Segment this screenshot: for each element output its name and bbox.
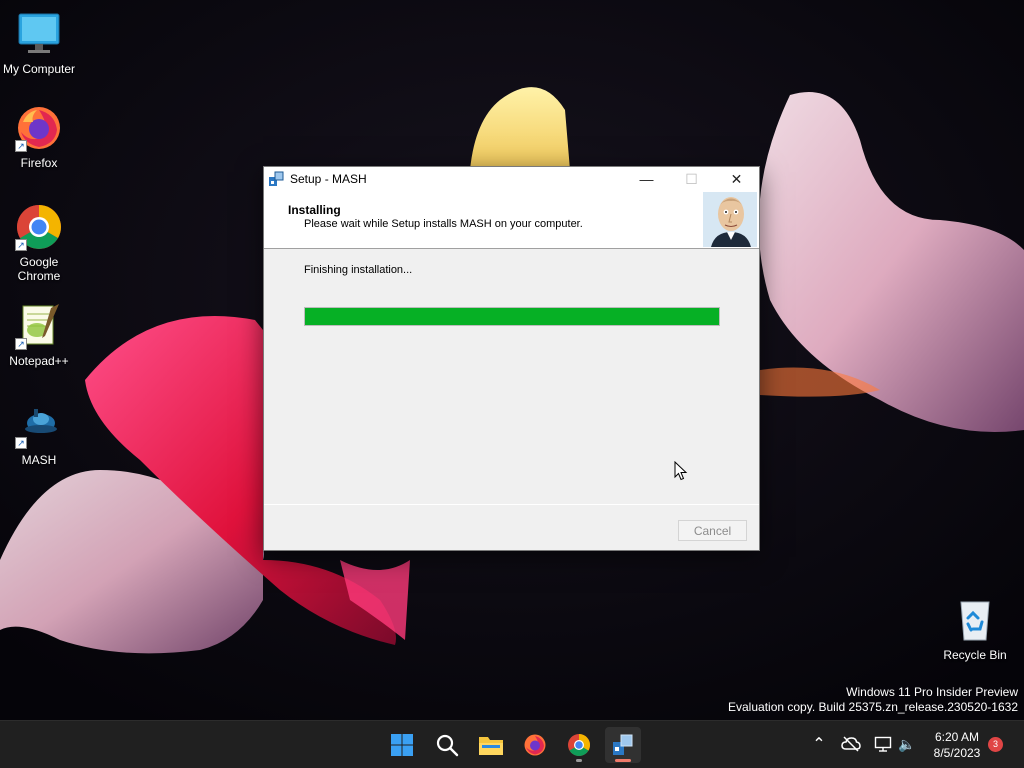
maximize-icon: ☐ [685, 170, 698, 187]
page-title: Installing [288, 203, 341, 217]
cancel-button: Cancel [678, 520, 747, 541]
search-icon [436, 734, 459, 757]
taskbar: ⌃ 🔈 6:20 AM 8/5/2023 [0, 720, 1024, 768]
close-icon: ✕ [730, 170, 743, 187]
notepadpp-icon: ↗ [15, 302, 63, 350]
setup-wizard-window[interactable]: Setup - MASH — ☐ ✕ Installing Please wai… [263, 166, 760, 551]
windows-evaluation-watermark: Windows 11 Pro Insider Preview Evaluatio… [728, 685, 1018, 715]
shortcut-arrow-icon: ↗ [15, 437, 27, 449]
desktop-icon-recycle-bin[interactable]: Recycle Bin [936, 596, 1014, 662]
chevron-up-icon: ⌃ [812, 736, 826, 753]
mash-setup-taskbar-button[interactable] [605, 727, 641, 763]
install-progress-bar [304, 307, 720, 326]
mash-icon: ↗ [15, 401, 63, 449]
clock-time: 6:20 AM [934, 730, 980, 744]
onedrive-tray-button[interactable] [840, 733, 862, 755]
network-tray-button[interactable] [872, 733, 894, 755]
watermark-line-edition: Windows 11 Pro Insider Preview [846, 685, 1018, 699]
minimize-button[interactable]: — [624, 167, 669, 191]
maximize-button: ☐ [669, 167, 714, 191]
mascot-image [703, 192, 757, 247]
install-progress-fill [305, 308, 719, 325]
show-hidden-icons-button[interactable]: ⌃ [808, 733, 830, 755]
start-button[interactable] [384, 727, 420, 763]
shortcut-arrow-icon: ↗ [15, 239, 27, 251]
active-indicator [615, 759, 631, 762]
volume-icon: 🔈 [898, 735, 916, 752]
chrome-icon [568, 734, 590, 756]
chrome-taskbar-button[interactable] [561, 727, 597, 763]
system-clock[interactable]: 6:20 AM 8/5/2023 [918, 729, 996, 761]
desktop-icon-label: Recycle Bin [943, 648, 1007, 662]
desktop-icon-label: Google Chrome [17, 255, 61, 283]
footer-divider [264, 504, 759, 505]
page-description: Please wait while Setup installs MASH on… [304, 218, 583, 230]
shortcut-arrow-icon: ↗ [15, 338, 27, 350]
monitor-icon [15, 10, 63, 58]
desktop-icon-firefox[interactable]: ↗ Firefox [0, 104, 78, 170]
cloud-offline-icon [841, 736, 861, 752]
desktop-icon-label: My Computer [2, 62, 76, 76]
volume-tray-button[interactable]: 🔈 [896, 733, 918, 755]
install-status: Finishing installation... [304, 264, 413, 276]
wizard-header: Installing Please wait while Setup insta… [264, 191, 759, 249]
file-explorer-button[interactable] [473, 727, 509, 763]
desktop-icon-my-computer[interactable]: My Computer [0, 10, 78, 76]
desktop-icon-notepadpp[interactable]: ↗ Notepad++ [0, 302, 78, 368]
mash-setup-icon [613, 734, 633, 755]
desktop-icon-label: Firefox [20, 156, 58, 170]
window-title: Setup - MASH [290, 172, 367, 186]
mouse-cursor-icon [674, 461, 688, 481]
setup-app-icon [269, 171, 284, 186]
search-button[interactable] [429, 727, 465, 763]
desktop-icon-label: MASH [21, 453, 57, 467]
network-icon [874, 736, 892, 752]
notification-badge[interactable]: 3 [988, 737, 1003, 752]
file-explorer-icon [479, 737, 503, 755]
recycle-bin-icon [951, 596, 999, 644]
desktop-icon-mash[interactable]: ↗ MASH [0, 401, 78, 467]
close-button[interactable]: ✕ [714, 167, 759, 191]
firefox-taskbar-button[interactable] [517, 727, 553, 763]
windows-start-icon [391, 734, 413, 756]
watermark-line-build: Evaluation copy. Build 25375.zn_release.… [728, 700, 1018, 714]
window-titlebar[interactable]: Setup - MASH — ☐ ✕ [264, 167, 759, 191]
desktop-icon-chrome[interactable]: ↗ Google Chrome [0, 203, 78, 283]
desktop-icon-label: Notepad++ [9, 354, 69, 368]
firefox-icon: ↗ [15, 104, 63, 152]
chrome-icon: ↗ [15, 203, 63, 251]
minimize-icon: — [639, 171, 654, 187]
shortcut-arrow-icon: ↗ [15, 140, 27, 152]
running-indicator [576, 759, 582, 762]
clock-date: 8/5/2023 [933, 746, 981, 760]
firefox-icon [524, 734, 546, 756]
